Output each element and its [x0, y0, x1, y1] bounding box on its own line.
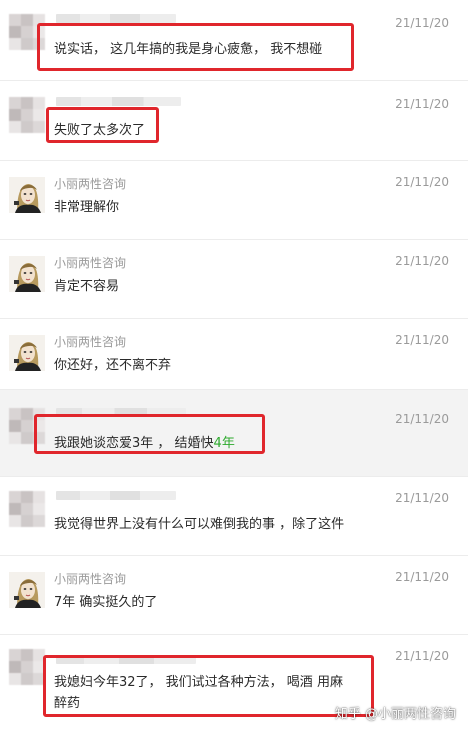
- message-item[interactable]: 小丽两性咨询 21/11/20 非常理解你: [0, 161, 468, 240]
- message-item[interactable]: 21/11/20 我跟她谈恋爱3年 ， 结婚快4年: [0, 390, 468, 477]
- highlight-box: [34, 414, 265, 454]
- message-item[interactable]: 小丽两性咨询 21/11/20 肯定不容易: [0, 240, 468, 319]
- sender-name: 小丽两性咨询: [54, 177, 127, 191]
- blurred-user-name: [56, 14, 176, 23]
- blurred-user-name: [56, 491, 176, 500]
- highlight-box: [46, 107, 159, 143]
- message-item[interactable]: 小丽两性咨询 21/11/20 你还好，还不离不弃: [0, 319, 468, 390]
- message-text: 7年 确实挺久的了: [54, 595, 158, 610]
- sender-name: 小丽两性咨询: [54, 572, 127, 586]
- sender-name: 小丽两性咨询: [54, 335, 127, 349]
- message-time: 21/11/20: [395, 649, 449, 663]
- message-time: 21/11/20: [395, 97, 449, 111]
- message-text: 非常理解你: [54, 200, 120, 215]
- blurred-user-avatar: [9, 649, 45, 685]
- consultant-avatar-icon: [9, 572, 45, 608]
- highlight-box: [43, 655, 374, 717]
- sender-name: 小丽两性咨询: [54, 256, 127, 270]
- message-item[interactable]: 21/11/20 我觉得世界上没有什么可以难倒我的事 ，除了这件: [0, 477, 468, 556]
- message-time: 21/11/20: [395, 412, 449, 426]
- message-text: 肯定不容易: [54, 279, 120, 294]
- message-time: 21/11/20: [395, 570, 449, 584]
- consultant-avatar-icon: [9, 256, 45, 292]
- blurred-user-name: [56, 97, 181, 106]
- message-time: 21/11/20: [395, 491, 449, 505]
- watermark: 知乎 @小丽两性咨询: [334, 707, 456, 722]
- message-time: 21/11/20: [395, 254, 449, 268]
- message-item[interactable]: 小丽两性咨询 21/11/20 7年 确实挺久的了: [0, 556, 468, 635]
- message-time: 21/11/20: [395, 175, 449, 189]
- blurred-user-avatar: [9, 97, 45, 133]
- message-time: 21/11/20: [395, 16, 449, 30]
- message-text: 我觉得世界上没有什么可以难倒我的事 ，除了这件: [54, 517, 345, 532]
- message-item[interactable]: 21/11/20 说实话， 这几年搞的我是身心疲惫， 我不想碰: [0, 0, 468, 81]
- message-text: 你还好，还不离不弃: [54, 358, 172, 373]
- blurred-user-avatar: [9, 491, 45, 527]
- message-item[interactable]: 21/11/20 失败了太多次了: [0, 81, 468, 161]
- consultant-avatar-icon: [9, 335, 45, 371]
- highlight-box: [37, 23, 354, 71]
- message-time: 21/11/20: [395, 333, 449, 347]
- consultant-avatar-icon: [9, 177, 45, 213]
- chat-message-list: 21/11/20 说实话， 这几年搞的我是身心疲惫， 我不想碰 21/11/20…: [0, 0, 468, 734]
